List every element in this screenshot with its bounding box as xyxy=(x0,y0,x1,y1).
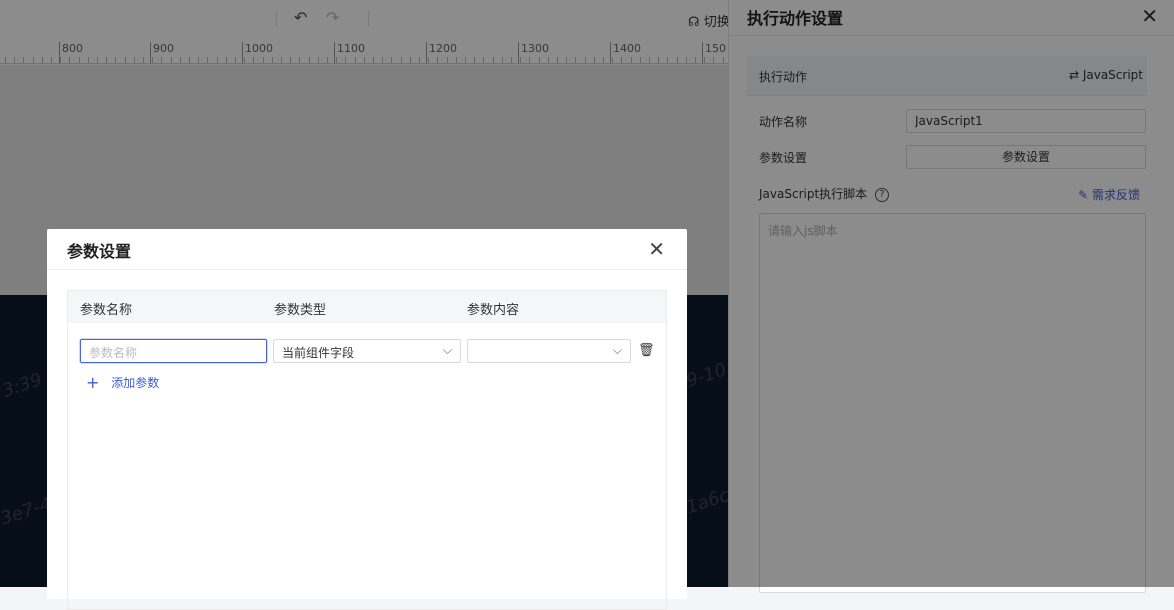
param-name-placeholder: 参数名称 xyxy=(89,346,138,360)
param-content-select[interactable]: ⌵ xyxy=(467,339,631,363)
param-name-input[interactable]: 参数名称 xyxy=(80,339,267,363)
modal-title: 参数设置 xyxy=(67,242,132,261)
chevron-down-icon: ⌵ xyxy=(442,343,452,357)
modal-header: 参数设置 ✕ xyxy=(47,229,687,270)
param-type-select[interactable]: 当前组件字段 ⌵ xyxy=(273,339,461,363)
add-param-button[interactable]: + 添加参数 xyxy=(86,373,159,392)
plus-icon: + xyxy=(86,373,100,392)
chevron-down-icon: ⌵ xyxy=(612,343,622,357)
param-table: 参数名称 参数类型 参数内容 参数名称 当前组件字段 ⌵ ⌵ 🗑 + 添加参数 xyxy=(67,290,667,610)
column-header: 参数名称 xyxy=(80,303,133,318)
column-header: 参数内容 xyxy=(467,303,520,318)
param-settings-modal: 参数设置 ✕ 参数名称 参数类型 参数内容 参数名称 当前组件字段 ⌵ ⌵ 🗑 … xyxy=(47,229,687,610)
table-header: 参数名称 参数类型 参数内容 xyxy=(68,291,666,323)
column-header: 参数类型 xyxy=(274,303,327,318)
add-param-label: 添加参数 xyxy=(111,376,160,390)
close-icon[interactable]: ✕ xyxy=(648,237,665,261)
param-type-value: 当前组件字段 xyxy=(282,346,355,360)
trash-icon[interactable]: 🗑 xyxy=(638,343,655,358)
